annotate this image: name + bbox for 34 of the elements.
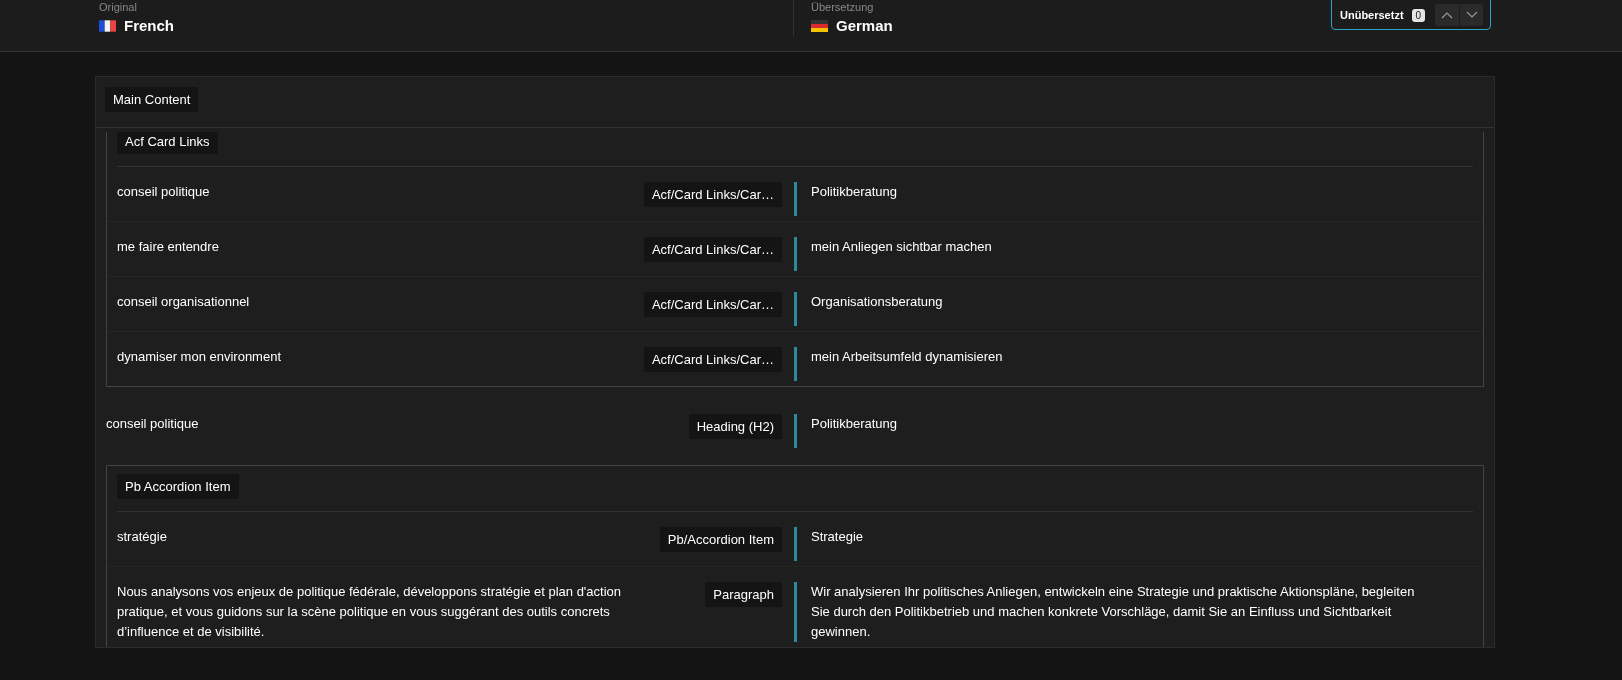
block-type-label: Heading (H2)	[688, 414, 782, 439]
translation-text[interactable]: Wir analysieren Ihr politisches Anliegen, entwickeln eine Strategie und praktische Aktionspläne, begleiten Sie durch den Politikbetrieb und machen konkrete Vorschläge, damit Sie an Einfluss und Sichtbarkeit gewinnen.	[794, 582, 1483, 642]
block-type-label: Acf/Card Links/Car…	[643, 237, 782, 262]
group-title: Pb Accordion Item	[117, 474, 239, 499]
translation-text[interactable]: Organisationsberatung	[794, 292, 1483, 326]
group-title: Acf Card Links	[117, 132, 218, 154]
source-text: dynamiser mon environment	[117, 348, 282, 366]
block-type-label: Acf/Card Links/Car…	[643, 292, 782, 317]
chevron-down-icon	[1465, 11, 1478, 19]
block-type-label: Paragraph	[705, 582, 782, 607]
source-language: French	[124, 17, 174, 34]
translation-text[interactable]: Politikberatung	[794, 182, 1483, 216]
translation-text[interactable]: mein Arbeitsumfeld dynamisieren	[794, 347, 1483, 381]
count-badge: 0	[1411, 8, 1426, 22]
target-caption: Übersetzung	[811, 1, 875, 13]
source-text: me faire entendre	[117, 238, 219, 256]
flag-icon	[811, 19, 828, 32]
translation-text[interactable]: Politikberatung	[794, 414, 1494, 448]
chevron-up-icon	[1441, 11, 1454, 19]
section-title: Main Content	[105, 87, 199, 112]
source-text: conseil politique	[106, 415, 199, 433]
translation-text[interactable]: mein Anliegen sichtbar machen	[794, 237, 1483, 271]
source-text: conseil organisationnel	[117, 293, 250, 311]
target-language: German	[836, 17, 893, 34]
source-caption: Original	[99, 1, 138, 13]
block-type-label: Pb/Accordion Item	[659, 527, 782, 552]
untranslated-label: Unübersetzt	[1340, 9, 1404, 21]
source-text: stratégie	[117, 528, 167, 546]
source-text: Nous analysons vos enjeux de politique fédérale, développons stratégie et plan d'action pratique, et vous guidons sur la scène politique en vous suggérant des outils concrets d’influence et de visibilité.	[117, 583, 623, 641]
source-text: conseil politique	[117, 183, 210, 201]
block-type-label: Acf/Card Links/Car…	[643, 347, 782, 372]
translation-text[interactable]: Strategie	[794, 527, 1483, 561]
block-type-label: Acf/Card Links/Car…	[643, 182, 782, 207]
flag-icon	[99, 19, 116, 32]
